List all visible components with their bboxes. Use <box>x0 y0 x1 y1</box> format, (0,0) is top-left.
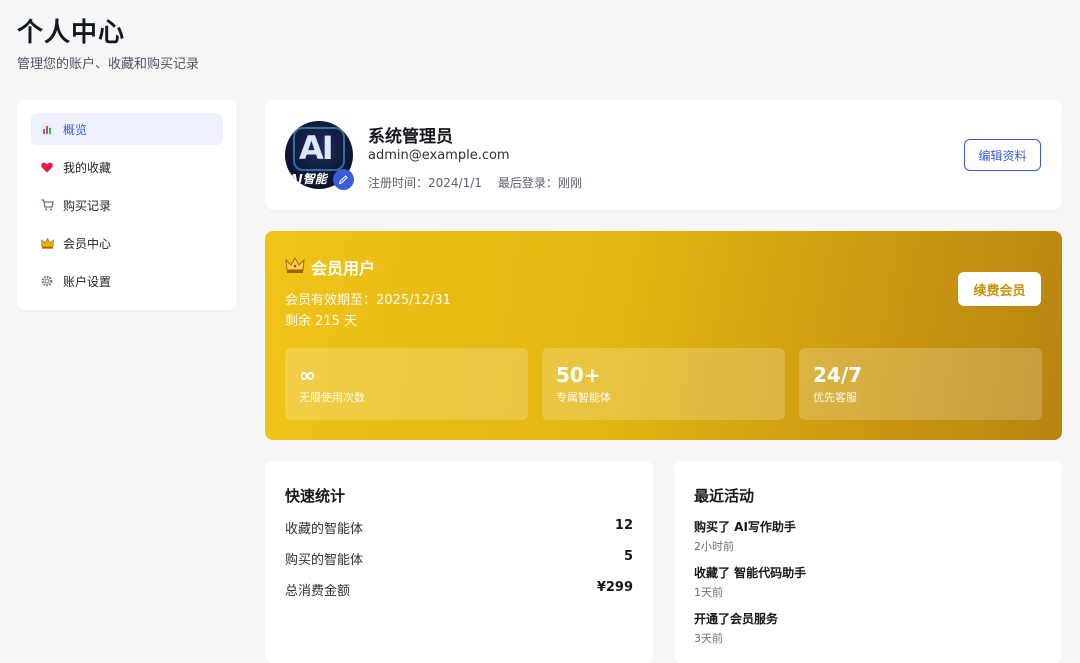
heart-icon <box>40 160 54 174</box>
sidebar-item-label: 账户设置 <box>63 274 112 289</box>
stat-row: 购买的智能体 5 <box>285 549 633 580</box>
sidebar-item-purchases[interactable]: 购买记录 <box>31 189 223 221</box>
stat-label: 收藏的智能体 <box>285 522 364 537</box>
registered-date: 注册时间：2024/1/1 <box>368 176 482 190</box>
activity-item: 购买了 AI写作助手 2小时前 <box>694 518 1042 554</box>
crown-icon <box>285 256 305 278</box>
activity-action: 开通了会员服务 <box>694 612 779 626</box>
activity-time: 3天前 <box>694 632 723 645</box>
activity-action: 收藏了 智能代码助手 <box>694 566 807 580</box>
membership-remaining: 剩余 215 天 <box>285 314 358 329</box>
stat-label: 总消费金额 <box>285 584 351 599</box>
profile-card: AI AI智能 系统管理员 admin@example.com 注册时间：202… <box>265 100 1062 210</box>
sidebar-item-settings[interactable]: 账户设置 <box>31 265 223 297</box>
feature-label: 无限使用次数 <box>299 391 365 404</box>
recent-activity-title: 最近活动 <box>694 487 755 505</box>
page-title: 个人中心 <box>17 18 126 48</box>
feature-priority-support: 24/7 优先客服 <box>799 348 1042 420</box>
gear-icon <box>40 274 54 288</box>
user-email: admin@example.com <box>368 148 510 163</box>
activity-action: 购买了 AI写作助手 <box>694 520 796 534</box>
feature-label: 专属智能体 <box>556 391 611 404</box>
membership-title: 会员用户 <box>285 255 375 279</box>
recent-activity-card: 最近活动 购买了 AI写作助手 2小时前 收藏了 智能代码助手 1天前 开通了会… <box>674 461 1062 663</box>
membership-expiry: 会员有效期至：2025/12/31 <box>285 293 451 308</box>
pencil-icon <box>338 170 349 189</box>
quick-stats-title: 快速统计 <box>285 487 346 505</box>
sidebar-item-membership[interactable]: 会员中心 <box>31 227 223 259</box>
activity-time: 1天前 <box>694 586 723 599</box>
sidebar: 概览 我的收藏 购买记录 会员中心 账户设置 <box>17 100 237 310</box>
membership-title-text: 会员用户 <box>311 259 376 278</box>
sidebar-item-label: 会员中心 <box>63 236 112 251</box>
crown-icon <box>40 236 54 250</box>
sidebar-item-favorites[interactable]: 我的收藏 <box>31 151 223 183</box>
stat-label: 购买的智能体 <box>285 553 364 568</box>
stat-value: ¥299 <box>596 580 633 595</box>
renew-membership-button[interactable]: 续费会员 <box>958 272 1041 306</box>
activity-item: 开通了会员服务 3天前 <box>694 610 1042 646</box>
stat-row: 收藏的智能体 12 <box>285 518 633 549</box>
feature-value: 24/7 <box>813 363 863 387</box>
activity-time: 2小时前 <box>694 540 734 553</box>
avatar-text: AI智能 <box>289 172 327 186</box>
sidebar-item-label: 我的收藏 <box>63 160 112 175</box>
feature-label: 优先客服 <box>813 391 857 404</box>
cart-icon <box>40 198 54 212</box>
activity-item: 收藏了 智能代码助手 1天前 <box>694 564 1042 600</box>
sidebar-item-label: 概览 <box>63 122 88 137</box>
feature-value: ∞ <box>299 363 316 387</box>
avatar-edit-button[interactable] <box>333 169 354 190</box>
edit-profile-button[interactable]: 编辑资料 <box>964 139 1041 171</box>
feature-exclusive-agents: 50+ 专属智能体 <box>542 348 785 420</box>
feature-unlimited-usage: ∞ 无限使用次数 <box>285 348 528 420</box>
membership-card: 会员用户 会员有效期至：2025/12/31 剩余 215 天 续费会员 ∞ 无… <box>265 231 1062 440</box>
user-meta: 注册时间：2024/1/1 最后登录：刚刚 <box>368 174 582 191</box>
bar-chart-icon <box>40 122 54 136</box>
last-login: 最后登录：刚刚 <box>497 176 582 190</box>
sidebar-item-overview[interactable]: 概览 <box>31 113 223 145</box>
quick-stats-card: 快速统计 收藏的智能体 12 购买的智能体 5 总消费金额 ¥299 <box>265 461 653 663</box>
stat-value: 12 <box>614 518 633 533</box>
profile-page: 个人中心 管理您的账户、收藏和购买记录 概览 我的收藏 购买记录 会员中心 账户… <box>0 0 1080 663</box>
sidebar-item-label: 购买记录 <box>63 198 112 213</box>
page-subtitle: 管理您的账户、收藏和购买记录 <box>17 57 200 72</box>
avatar-logo-letters: AI <box>299 129 334 167</box>
stat-row: 总消费金额 ¥299 <box>285 580 633 611</box>
feature-value: 50+ <box>556 363 601 387</box>
user-name: 系统管理员 <box>368 127 453 147</box>
stat-value: 5 <box>623 549 633 564</box>
